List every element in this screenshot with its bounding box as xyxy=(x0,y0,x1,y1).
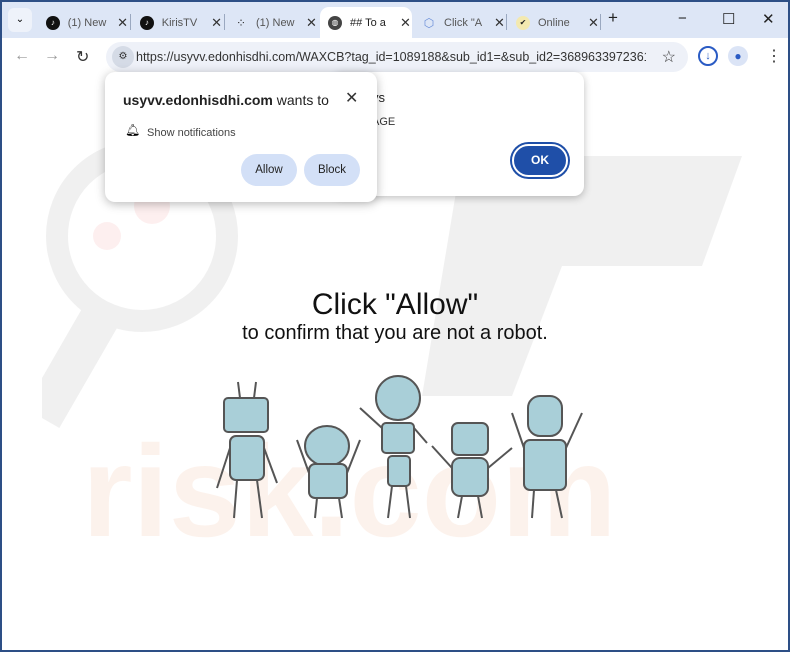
close-window-button[interactable]: ✕ xyxy=(762,10,775,28)
close-icon[interactable]: ✕ xyxy=(494,15,505,31)
globe-icon: ◍ xyxy=(328,15,342,30)
maximize-button[interactable]: ☐ xyxy=(722,10,735,28)
reload-button[interactable]: ↻ xyxy=(76,47,89,67)
robot-4 xyxy=(431,422,513,519)
download-icon[interactable]: ↓ xyxy=(698,46,718,66)
page-heading: Click "Allow" xyxy=(311,288,479,321)
robot-5 xyxy=(511,395,583,519)
tiktok-icon: ♪ xyxy=(46,15,60,30)
new-tab-button[interactable]: + xyxy=(608,8,618,28)
tab-5[interactable]: ⬡ Click "A ✕ xyxy=(414,7,506,38)
robot-1 xyxy=(216,381,278,519)
close-icon[interactable]: ✕ xyxy=(211,15,222,31)
robot-3 xyxy=(359,375,428,519)
page-subheading: to confirm that you are not a robot. xyxy=(242,322,548,344)
bookmark-star-icon[interactable]: ☆ xyxy=(662,47,676,67)
permission-label: Show notifications xyxy=(147,127,236,139)
tab-4-active[interactable]: ◍ ## To a ✕ xyxy=(320,7,412,38)
minimize-button[interactable]: − xyxy=(678,10,687,27)
close-icon[interactable]: ✕ xyxy=(345,88,358,108)
notification-permission-prompt: usyvv.edonhisdhi.com wants to ✕ 🔔︎ Show … xyxy=(105,72,377,202)
tab-search-button[interactable]: ⌄ xyxy=(8,8,32,32)
robots-illustration xyxy=(216,375,583,519)
profile-avatar-icon[interactable]: ● xyxy=(728,46,748,66)
page-content: risk.com ys AGE OK usyvv.edonhisdhi.com … xyxy=(2,72,788,650)
loading-icon: ⁘ xyxy=(235,15,247,30)
toolbar: ← → ↻ ⚙ https://usyvv.edonhisdhi.com/WAX… xyxy=(2,38,788,76)
robot-2 xyxy=(296,425,361,519)
tab-1[interactable]: ♪ (1) New ✕ xyxy=(38,7,128,38)
close-icon[interactable]: ✕ xyxy=(117,15,128,31)
check-icon: ✔ xyxy=(516,15,530,30)
close-icon[interactable]: ✕ xyxy=(400,15,411,31)
tab-3[interactable]: ⁘ (1) New ✕ xyxy=(226,7,318,38)
close-icon[interactable]: ✕ xyxy=(306,15,317,31)
site-info-icon[interactable]: ⚙ xyxy=(112,46,134,68)
forward-button[interactable]: → xyxy=(44,47,60,65)
back-button[interactable]: ← xyxy=(14,47,30,65)
tab-2[interactable]: ♪ KirisTV ✕ xyxy=(132,7,222,38)
close-icon[interactable]: ✕ xyxy=(588,15,599,31)
address-bar[interactable]: ⚙ https://usyvv.edonhisdhi.com/WAXCB?tag… xyxy=(106,42,688,72)
allow-button[interactable]: Allow xyxy=(241,154,297,186)
tiktok-icon: ♪ xyxy=(140,15,154,30)
menu-kebab-icon[interactable]: ⋮ xyxy=(766,46,782,66)
browser-window: ⌄ ♪ (1) New ✕ ♪ KirisTV ✕ ⁘ (1) New ✕ ◍ ## To a… xyxy=(2,2,788,650)
site-name: usyvv.edonhisdhi.com xyxy=(123,92,273,108)
extension-icon: ⬡ xyxy=(423,15,435,30)
ok-button[interactable]: OK xyxy=(512,144,568,177)
bell-icon: 🔔︎ xyxy=(125,123,141,137)
block-button[interactable]: Block xyxy=(304,154,360,186)
tab-strip: ⌄ ♪ (1) New ✕ ♪ KirisTV ✕ ⁘ (1) New ✕ ◍ ## To a… xyxy=(2,2,788,38)
tab-6[interactable]: ✔ Online ✕ xyxy=(508,7,600,38)
